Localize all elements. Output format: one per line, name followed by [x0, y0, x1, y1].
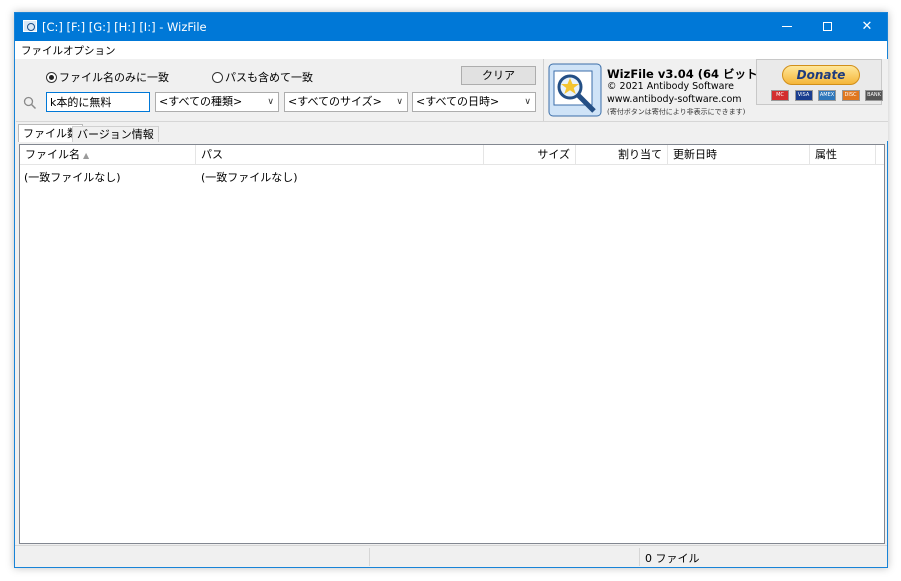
- maximize-button[interactable]: [807, 13, 847, 41]
- radio-include-path-label: パスも含めて一致: [225, 71, 313, 84]
- type-filter-value: <すべての種類>: [159, 95, 243, 108]
- radio-unchecked-icon: [212, 72, 223, 83]
- tab-bar: ファイル数 バージョン情報: [16, 121, 888, 142]
- column-header-allocated[interactable]: 割り当て: [576, 145, 668, 165]
- minimize-button[interactable]: [767, 13, 807, 41]
- bank-icon: BANK: [865, 90, 883, 101]
- app-version-title: WizFile v3.04 (64 ビット): [607, 67, 763, 81]
- maximize-icon: [822, 22, 832, 31]
- sort-ascending-icon: ▲: [83, 151, 90, 160]
- results-list[interactable]: ファイル名 ▲ パス サイズ 割り当て 更新日時 属性 (一致ファイルなし) (一…: [19, 144, 885, 544]
- title-bar[interactable]: [C:] [F:] [G:] [H:] [I:] - WizFile ✕: [15, 13, 887, 41]
- column-header-attributes[interactable]: 属性: [810, 145, 876, 165]
- search-input[interactable]: [46, 92, 150, 112]
- column-header-modified[interactable]: 更新日時: [668, 145, 810, 165]
- row-path-cell: (一致ファイルなし): [201, 171, 298, 184]
- tab-version-info[interactable]: バージョン情報: [72, 126, 159, 142]
- payment-cards: MC VISA AMEX DISC BANK: [771, 90, 885, 101]
- column-header-path[interactable]: パス: [196, 145, 484, 165]
- menu-options[interactable]: オプション: [63, 43, 116, 58]
- mastercard-icon: MC: [771, 90, 789, 101]
- close-button[interactable]: ✕: [847, 13, 887, 41]
- table-row[interactable]: (一致ファイルなし) (一致ファイルなし): [20, 167, 884, 185]
- wizfile-app-icon[interactable]: [23, 20, 37, 32]
- radio-checked-icon: [46, 72, 57, 83]
- menu-file[interactable]: ファイル: [21, 43, 63, 58]
- search-icon: [23, 96, 37, 110]
- menu-bar: ファイル オプション: [15, 41, 887, 59]
- radio-filename-only-label: ファイル名のみに一致: [59, 71, 169, 84]
- minimize-icon: [782, 26, 792, 27]
- donate-button[interactable]: Donate: [782, 65, 860, 85]
- file-count-status: 0 ファイル: [645, 552, 700, 565]
- search-panel: ファイル名のみに一致 パスも含めて一致 クリア <すべての種類> ∨ <すべての…: [16, 59, 542, 121]
- status-bar: 0 ファイル: [15, 545, 887, 567]
- visa-icon: VISA: [794, 90, 813, 101]
- close-icon: ✕: [861, 19, 873, 34]
- list-header: ファイル名 ▲ パス サイズ 割り当て 更新日時 属性: [20, 145, 884, 165]
- date-filter-value: <すべての日時>: [416, 95, 500, 108]
- type-filter-select[interactable]: <すべての種類> ∨: [155, 92, 279, 112]
- status-segment-1: [15, 548, 370, 566]
- amex-icon: AMEX: [818, 90, 836, 101]
- status-segment-2: [370, 548, 640, 566]
- column-header-size[interactable]: サイズ: [484, 145, 576, 165]
- website-link[interactable]: www.antibody-software.com: [607, 94, 742, 105]
- size-filter-value: <すべてのサイズ>: [288, 95, 382, 108]
- chevron-down-icon: ∨: [267, 97, 274, 107]
- column-header-name[interactable]: ファイル名 ▲: [20, 145, 196, 165]
- radio-include-path[interactable]: パスも含めて一致: [212, 69, 313, 84]
- column-header-name-label: ファイル名: [25, 148, 80, 161]
- clear-button[interactable]: クリア: [461, 66, 536, 85]
- window-title: [C:] [F:] [G:] [H:] [I:] - WizFile: [42, 20, 207, 34]
- about-panel: WizFile v3.04 (64 ビット) © 2021 Antibody S…: [543, 59, 888, 121]
- donate-area: Donate MC VISA AMEX DISC BANK: [756, 59, 885, 105]
- wizfile-window: [C:] [F:] [G:] [H:] [I:] - WizFile ✕ ファイ…: [14, 12, 888, 568]
- donate-note: (寄付ボタンは寄付により非表示にできます): [607, 108, 746, 116]
- date-filter-select[interactable]: <すべての日時> ∨: [412, 92, 536, 112]
- wizfile-logo-icon: [548, 63, 602, 117]
- radio-filename-only[interactable]: ファイル名のみに一致: [46, 69, 169, 84]
- discover-icon: DISC: [841, 90, 860, 101]
- size-filter-select[interactable]: <すべてのサイズ> ∨: [284, 92, 408, 112]
- chevron-down-icon: ∨: [524, 97, 531, 107]
- copyright-text: © 2021 Antibody Software: [607, 81, 734, 92]
- row-name-cell: (一致ファイルなし): [24, 171, 121, 184]
- chevron-down-icon: ∨: [396, 97, 403, 107]
